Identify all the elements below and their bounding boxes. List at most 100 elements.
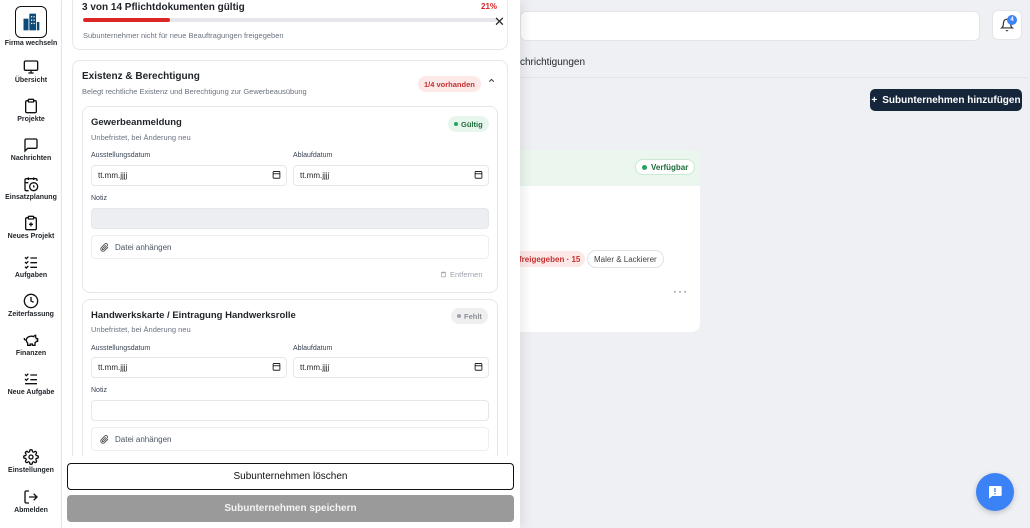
sidebar-item-finances[interactable]: Finanzen — [0, 332, 62, 357]
sidebar-item-label: Übersicht — [14, 77, 48, 84]
compliance-progress-fill — [83, 18, 171, 22]
sidebar-item-label: Finanzen — [15, 350, 47, 357]
attach-file-label: Datei anhängen — [115, 242, 172, 252]
document-subtitle: Unbefristet, bei Änderung neu — [91, 325, 191, 334]
search-input[interactable] — [520, 11, 980, 41]
compliance-summary-subtitle: Subunternehmer nicht für neue Beauftragu… — [83, 31, 284, 40]
status-dot-icon — [457, 314, 461, 318]
issue-date-label: Ausstellungsdatum — [91, 152, 151, 159]
trash-icon — [440, 271, 447, 278]
sidebar-item-time-tracking[interactable]: Zeiterfassung — [0, 293, 62, 318]
close-icon[interactable]: ✕ — [494, 14, 505, 30]
issue-date-value: tt.mm.jjjj — [98, 363, 128, 372]
sidebar-item-label: Einstellungen — [8, 467, 54, 474]
monitor-icon — [23, 60, 39, 74]
sidebar-item-label: Projekte — [17, 116, 45, 123]
compliance-progress-bar — [83, 18, 498, 22]
sidebar-item-label: Firma wechseln — [4, 40, 58, 47]
gear-icon — [23, 449, 39, 465]
notifications-button[interactable]: 4 — [992, 10, 1022, 40]
expiry-date-input[interactable]: tt.mm.jjjj — [293, 357, 489, 378]
trade-chip: Maler & Lackierer — [587, 250, 664, 268]
sidebar-item-projects[interactable]: Projekte — [0, 98, 62, 123]
sidebar-item-new-project[interactable]: Neues Projekt — [0, 215, 62, 240]
remove-label: Entfernen — [450, 270, 483, 279]
issue-date-value: tt.mm.jjjj — [98, 171, 128, 180]
attach-file-label: Datei anhängen — [115, 434, 172, 444]
calendar-icon — [272, 362, 281, 373]
sidebar-item-logout[interactable]: Abmelden — [0, 489, 62, 514]
building-icon — [15, 6, 47, 38]
section-count-badge: 1/4 vorhanden — [418, 76, 481, 92]
plus-icon: + — [871, 94, 878, 106]
more-options-button[interactable]: ··· — [673, 284, 688, 298]
expiry-date-value: tt.mm.jjjj — [300, 363, 330, 372]
chat-button[interactable] — [976, 473, 1014, 511]
sidebar-item-label: Einsatzplanung — [5, 194, 57, 201]
logout-icon — [24, 490, 38, 504]
approval-chip: freigegeben · 15 — [514, 251, 586, 267]
calendar-icon — [474, 170, 483, 181]
calendar-clock-icon — [24, 177, 39, 192]
issue-date-input[interactable]: tt.mm.jjjj — [91, 165, 287, 186]
sidebar-item-label: Abmelden — [14, 507, 48, 514]
status-dot-icon — [454, 122, 458, 126]
chat-icon — [988, 486, 1002, 499]
expiry-date-label: Ablaufdatum — [293, 152, 333, 159]
sidebar-item-label: Neues Projekt — [7, 233, 55, 240]
attach-file-button[interactable]: Datei anhängen — [91, 235, 489, 259]
delete-subcontractor-button[interactable]: Subunternehmen löschen — [67, 463, 514, 490]
status-dot-icon — [642, 164, 647, 170]
save-subcontractor-button[interactable]: Subunternehmen speichern — [67, 495, 514, 522]
add-subcontractor-button[interactable]: + Subunternehmen hinzufügen — [870, 89, 1022, 111]
document-subtitle: Unbefristet, bei Änderung neu — [91, 133, 191, 142]
section-title[interactable]: Existenz & Berechtigung — [82, 71, 200, 82]
status-badge: Gültig — [448, 116, 489, 132]
sidebar-item-label: Zeiterfassung — [8, 311, 54, 318]
compliance-summary-title: 3 von 14 Pflichtdokumenten gültig — [82, 2, 245, 13]
clipboard-plus-icon — [25, 215, 37, 231]
paperclip-icon — [100, 434, 109, 444]
attach-file-button[interactable]: Datei anhängen — [91, 427, 489, 451]
tab-notifications[interactable]: chrichtigungen — [520, 57, 585, 68]
note-input[interactable] — [91, 400, 489, 421]
sidebar-item-switch-company[interactable]: Firma wechseln — [0, 6, 62, 47]
issue-date-label: Ausstellungsdatum — [91, 345, 151, 352]
notification-count-badge: 4 — [1007, 15, 1017, 25]
sidebar-item-tasks[interactable]: Aufgaben — [0, 254, 62, 279]
sidebar: Firma wechseln Übersicht Projekte Nachri… — [0, 0, 62, 528]
status-label: Fehlt — [464, 311, 482, 321]
message-icon — [24, 138, 38, 153]
document-title: Handwerkskarte / Eintragung Handwerksrol… — [91, 310, 296, 321]
checklist-icon — [24, 256, 37, 269]
chevron-up-icon[interactable] — [487, 76, 496, 88]
subcontractor-card[interactable] — [520, 150, 700, 332]
sidebar-item-overview[interactable]: Übersicht — [0, 59, 62, 84]
compliance-percent: 21% — [481, 2, 498, 11]
sidebar-item-label: Aufgaben — [14, 272, 48, 279]
calendar-icon — [474, 362, 483, 373]
note-input[interactable] — [91, 208, 489, 229]
document-title: Gewerbeanmeldung — [91, 117, 182, 128]
note-label: Notiz — [91, 387, 107, 394]
piggy-bank-icon — [23, 334, 39, 346]
list-plus-icon — [24, 373, 37, 385]
sidebar-item-new-task[interactable]: Neue Aufgabe — [0, 371, 62, 396]
remove-button[interactable]: Entfernen — [440, 270, 483, 279]
clipboard-icon — [25, 98, 37, 114]
expiry-date-input[interactable]: tt.mm.jjjj — [293, 165, 489, 186]
add-subcontractor-label: Subunternehmen hinzufügen — [882, 94, 1021, 106]
availability-label: Verfügbar — [651, 162, 689, 172]
sidebar-item-settings[interactable]: Einstellungen — [0, 449, 62, 474]
sidebar-item-scheduling[interactable]: Einsatzplanung — [0, 176, 62, 201]
status-label: Gültig — [461, 119, 483, 129]
status-badge: Fehlt — [451, 308, 488, 324]
expiry-date-value: tt.mm.jjjj — [300, 171, 330, 180]
issue-date-input[interactable]: tt.mm.jjjj — [91, 357, 287, 378]
note-label: Notiz — [91, 195, 107, 202]
sidebar-item-messages[interactable]: Nachrichten — [0, 137, 62, 162]
sidebar-item-label: Neue Aufgabe — [7, 389, 55, 396]
calendar-icon — [272, 170, 281, 181]
section-subtitle: Belegt rechtliche Existenz und Berechtig… — [82, 87, 307, 96]
clock-icon — [23, 293, 39, 309]
